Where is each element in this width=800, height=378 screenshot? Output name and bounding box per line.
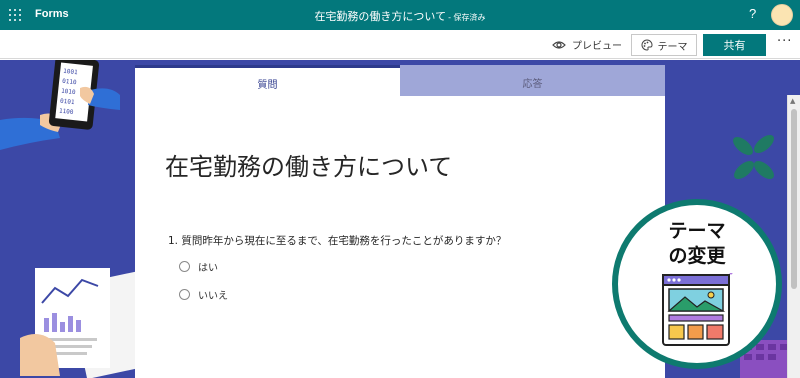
callout-line-1: テーマ [668, 220, 726, 242]
scrollbar-thumb[interactable] [791, 109, 797, 289]
document-title-text: 在宅勤務の働き方について [314, 10, 447, 23]
theme-layout-icon [662, 273, 733, 346]
tab-responses[interactable]: 応答 [400, 65, 665, 96]
avatar[interactable] [771, 4, 793, 26]
help-icon[interactable]: ? [749, 6, 756, 21]
tab-questions[interactable]: 質問 [135, 65, 400, 96]
radio-button[interactable] [179, 261, 190, 272]
preview-label: プレビュー [572, 41, 622, 52]
option-label: はい [198, 263, 218, 274]
callout-line-2: の変更 [668, 245, 726, 267]
preview-button[interactable]: プレビュー [552, 37, 622, 52]
vertical-scrollbar[interactable]: ▲ [787, 95, 800, 378]
form-card: 質問 応答 在宅勤務の働き方について 1. 質問昨年から現在に至るまで、在宅勤務… [135, 65, 665, 378]
theme-label: テーマ [657, 41, 688, 53]
option-no[interactable]: いいえ [179, 287, 228, 302]
question-text[interactable]: 1. 質問昨年から現在に至るまで、在宅勤務を行ったことがありますか？ [168, 233, 506, 248]
command-bar: プレビュー テーマ 共有 ··· [0, 30, 800, 59]
form-title[interactable]: 在宅勤務の働き方について [165, 147, 452, 182]
option-label: いいえ [198, 291, 228, 302]
save-status: - 保存済み [448, 13, 486, 22]
tab-bar: 質問 応答 [135, 65, 665, 96]
more-options-icon[interactable]: ··· [777, 34, 792, 49]
palette-icon [641, 39, 653, 51]
tablet-hands-illustration: 10010110101001011100 [0, 60, 120, 150]
theme-button[interactable]: テーマ [631, 34, 697, 56]
theme-change-callout: テーマ の変更 [612, 199, 782, 369]
radio-button[interactable] [179, 289, 190, 300]
app-bar: Forms 在宅勤務の働き方について - 保存済み ? [0, 0, 800, 30]
eye-icon [552, 40, 566, 49]
share-button[interactable]: 共有 [703, 34, 766, 56]
leaf-plant-illustration [733, 135, 774, 179]
scroll-up-icon[interactable]: ▲ [790, 97, 795, 105]
document-title: 在宅勤務の働き方について - 保存済み [0, 8, 800, 24]
option-yes[interactable]: はい [179, 259, 218, 274]
